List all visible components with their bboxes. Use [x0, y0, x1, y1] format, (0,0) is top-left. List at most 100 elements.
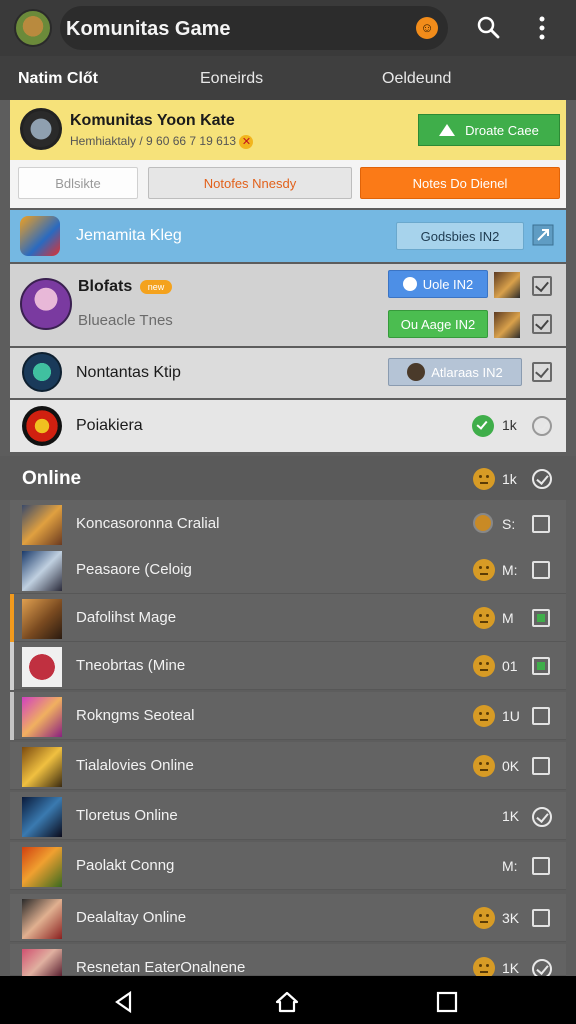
- checkbox[interactable]: [532, 561, 550, 579]
- tab-3[interactable]: Oeldeund: [382, 70, 451, 88]
- group-card-1[interactable]: Jemamita Kleg Godsbies IN2: [10, 210, 566, 262]
- chat-icon: [402, 277, 417, 291]
- filter-button-3[interactable]: Notes Do Dienel: [360, 167, 560, 199]
- external-link-icon[interactable]: [532, 224, 554, 246]
- group-avatar: [20, 278, 72, 330]
- group-avatar: [22, 406, 62, 446]
- featured-subtitle: Hemhiaktaly / 9 60 66 7 19 613 ✕: [70, 134, 254, 149]
- checkbox[interactable]: [532, 857, 550, 875]
- list-item-count: 3K: [502, 910, 520, 926]
- game-thumbnail: [22, 647, 62, 687]
- new-badge: new: [140, 280, 172, 294]
- filter-button-1[interactable]: Bdlsikte: [18, 167, 138, 199]
- recent-apps-icon[interactable]: [435, 990, 459, 1014]
- list-item[interactable]: Tneobrtas (Mine 01: [10, 642, 566, 690]
- checkbox[interactable]: [532, 276, 552, 296]
- triangle-icon: [439, 124, 456, 136]
- list-item-name: Resnetan EaterOnalnene: [76, 959, 246, 976]
- list-item-name: Paolakt Conng: [76, 857, 175, 874]
- group-avatar: [20, 216, 60, 256]
- checkbox[interactable]: [532, 515, 550, 533]
- group-name: Nontantas Ktip: [76, 364, 181, 381]
- list-item[interactable]: Peasaore (Celoig M:: [10, 546, 566, 594]
- list-item-name: Dealaltay Online: [76, 909, 187, 926]
- warning-icon: ✕: [239, 135, 254, 149]
- list-item-name: Dafolihst Mage: [76, 609, 177, 626]
- emoji-face-icon: [473, 559, 495, 581]
- highlight-stripe: [10, 642, 14, 690]
- list-item[interactable]: Dealaltay Online 3K: [10, 894, 566, 942]
- app-logo[interactable]: [14, 9, 52, 47]
- emoji-face-icon: [473, 607, 495, 629]
- list-item[interactable]: Rokngms Seoteal 1U: [10, 692, 566, 740]
- group-avatar: [22, 352, 62, 392]
- game-thumbnail: [22, 505, 62, 545]
- group-button-label: Atlaraas IN2: [431, 364, 503, 380]
- list-item[interactable]: Tialalovies Online 0K: [10, 742, 566, 790]
- search-icon[interactable]: [476, 15, 500, 39]
- list-item[interactable]: Resnetan EaterOnalnene 1K: [10, 944, 566, 979]
- checkbox[interactable]: [532, 314, 552, 334]
- check-circle-icon[interactable]: [532, 416, 552, 436]
- checkbox[interactable]: [532, 362, 552, 382]
- emoji-face-icon: [473, 655, 495, 677]
- list-item-count: 1U: [502, 708, 520, 724]
- online-section-header: Online 1k: [0, 456, 576, 500]
- list-item-count: 1K: [502, 808, 520, 824]
- checkbox[interactable]: [532, 707, 550, 725]
- list-item-name: Peasaore (Celoig: [76, 561, 192, 578]
- game-thumbnail: [22, 949, 62, 976]
- list-item-count: M:: [502, 562, 518, 578]
- featured-title: Komunitas Yoon Kate: [70, 112, 235, 129]
- tab-1[interactable]: Natim Clőt: [18, 70, 98, 88]
- character-icon: [494, 312, 520, 338]
- list-item-count: M: [502, 610, 514, 626]
- home-icon[interactable]: [275, 990, 299, 1014]
- page-title: Komunitas Game: [66, 18, 231, 40]
- group-button-2[interactable]: Ou Aage IN2: [388, 310, 488, 338]
- tab-2[interactable]: Eoneirds: [200, 70, 263, 88]
- featured-avatar: [20, 108, 62, 150]
- online-title: Online: [22, 468, 82, 489]
- title-bar[interactable]: Komunitas Game ☺: [60, 6, 448, 50]
- group-button[interactable]: Godsbies IN2: [396, 222, 524, 250]
- group-subtitle: Blueacle Tnes: [78, 312, 173, 329]
- featured-action-button[interactable]: Droate Caee: [418, 114, 560, 146]
- list-item[interactable]: Koncasoronna Cralial S:: [10, 500, 566, 548]
- group-card-3[interactable]: Nontantas Ktip Atlaraas IN2: [10, 348, 566, 398]
- character-icon: [407, 363, 426, 381]
- group-button[interactable]: Atlaraas IN2: [388, 358, 522, 386]
- group-button-1-label: Uole IN2: [422, 276, 474, 292]
- list-item-count: 0K: [502, 758, 520, 774]
- list-item-count: 01: [502, 658, 518, 674]
- featured-community-card[interactable]: Komunitas Yoon Kate Hemhiaktaly / 9 60 6…: [10, 100, 566, 160]
- list-item[interactable]: Dafolihst Mage M: [10, 594, 566, 642]
- tab-bar: Natim Clőt Eoneirds Oeldeund: [0, 56, 576, 100]
- group-card-2[interactable]: Blofats new Blueacle Tnes Uole IN2 Ou Aa…: [10, 264, 566, 346]
- game-thumbnail: [22, 899, 62, 939]
- check-circle-icon[interactable]: [532, 469, 552, 489]
- group-button-1[interactable]: Uole IN2: [388, 270, 488, 298]
- app-bar: Komunitas Game ☺: [0, 0, 576, 56]
- game-thumbnail: [22, 797, 62, 837]
- list-item[interactable]: Tloretus Online 1K: [10, 792, 566, 840]
- checkbox-checked[interactable]: [532, 657, 550, 675]
- list-item-name: Koncasoronna Cralial: [76, 515, 220, 532]
- checkbox[interactable]: [532, 757, 550, 775]
- back-icon[interactable]: [112, 990, 136, 1014]
- more-vertical-icon[interactable]: [530, 14, 554, 42]
- game-thumbnail: [22, 551, 62, 591]
- filter-button-2[interactable]: Notofes Nnesdy: [148, 167, 352, 199]
- online-count: 1k: [502, 471, 517, 487]
- list-item-name: Tloretus Online: [76, 807, 178, 824]
- list-item-count: S:: [502, 516, 516, 532]
- checkbox[interactable]: [532, 909, 550, 927]
- emoji-face-icon[interactable]: ☺: [416, 17, 438, 39]
- checkbox-checked[interactable]: [532, 609, 550, 627]
- list-item[interactable]: Paolakt Conng M:: [10, 842, 566, 890]
- check-circle-icon[interactable]: [532, 807, 552, 827]
- list-item-count: M:: [502, 858, 518, 874]
- character-icon: [494, 272, 520, 298]
- group-name: Jemamita Kleg: [76, 227, 182, 244]
- group-card-4[interactable]: Poiakiera 1k: [10, 400, 566, 452]
